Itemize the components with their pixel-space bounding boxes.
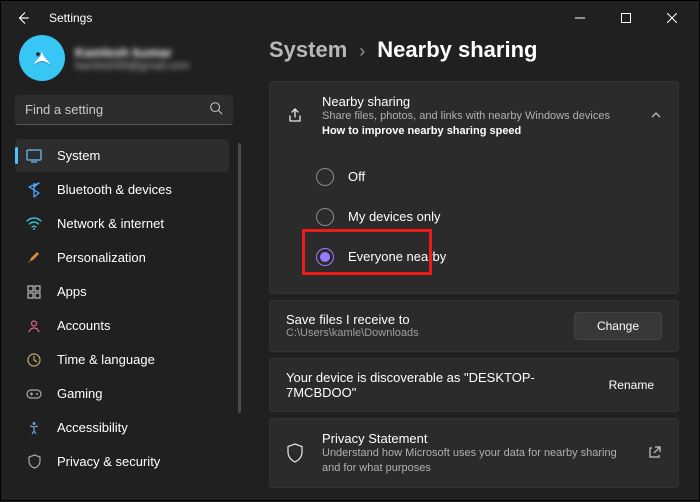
bluetooth-icon bbox=[25, 181, 43, 199]
window-title: Settings bbox=[49, 11, 92, 25]
accessibility-icon bbox=[25, 419, 43, 437]
radio-everyone-nearby[interactable]: Everyone nearby bbox=[316, 237, 668, 277]
system-icon bbox=[25, 147, 43, 165]
sidebar-item-privacy[interactable]: Privacy & security bbox=[15, 445, 229, 478]
shield-icon bbox=[25, 453, 43, 471]
sidebar-item-label: Accessibility bbox=[57, 420, 128, 435]
minimize-icon bbox=[575, 13, 585, 23]
nearby-sharing-header[interactable]: Nearby sharing Share files, photos, and … bbox=[270, 82, 678, 151]
sidebar-item-label: Bluetooth & devices bbox=[57, 182, 172, 197]
card-title: Nearby sharing bbox=[322, 94, 650, 109]
sidebar-item-time-language[interactable]: Time & language bbox=[15, 343, 229, 376]
change-button[interactable]: Change bbox=[574, 312, 662, 340]
help-link[interactable]: How to improve nearby sharing speed bbox=[322, 125, 521, 137]
arrow-left-icon bbox=[16, 11, 30, 25]
breadcrumb-parent[interactable]: System bbox=[269, 37, 347, 63]
close-icon bbox=[667, 13, 677, 23]
sidebar-item-accessibility[interactable]: Accessibility bbox=[15, 411, 229, 444]
apps-icon bbox=[25, 283, 43, 301]
chevron-up-icon bbox=[650, 109, 662, 124]
radio-label: My devices only bbox=[348, 209, 440, 224]
nearby-sharing-card: Nearby sharing Share files, photos, and … bbox=[269, 81, 679, 294]
sidebar: Kamlesh kumar kamlesh99@gmail.com System… bbox=[1, 35, 247, 502]
sidebar-item-apps[interactable]: Apps bbox=[15, 275, 229, 308]
radio-button-icon bbox=[316, 208, 334, 226]
wifi-icon bbox=[25, 215, 43, 233]
sidebar-item-label: Personalization bbox=[57, 250, 146, 265]
sidebar-item-accounts[interactable]: Accounts bbox=[15, 309, 229, 342]
sidebar-item-label: Apps bbox=[57, 284, 87, 299]
sidebar-item-label: System bbox=[57, 148, 100, 163]
sidebar-item-gaming[interactable]: Gaming bbox=[15, 377, 229, 410]
search-icon bbox=[209, 101, 223, 118]
save-path: C:\Users\kamle\Downloads bbox=[286, 327, 574, 339]
gaming-icon bbox=[25, 385, 43, 403]
accounts-icon bbox=[25, 317, 43, 335]
radio-off[interactable]: Off bbox=[316, 157, 668, 197]
rename-button[interactable]: Rename bbox=[601, 372, 662, 398]
discoverable-card: Your device is discoverable as "DESKTOP-… bbox=[269, 358, 679, 412]
shield-icon bbox=[286, 443, 308, 463]
sidebar-item-label: Privacy & security bbox=[57, 454, 160, 469]
search-input[interactable] bbox=[25, 102, 209, 117]
back-button[interactable] bbox=[11, 6, 35, 30]
profile-name: Kamlesh kumar bbox=[75, 45, 190, 60]
breadcrumb: System › Nearby sharing bbox=[269, 37, 679, 63]
avatar bbox=[19, 35, 65, 81]
sidebar-item-bluetooth[interactable]: Bluetooth & devices bbox=[15, 173, 229, 206]
radio-button-icon bbox=[316, 168, 334, 186]
chevron-right-icon: › bbox=[359, 41, 365, 62]
radio-my-devices-only[interactable]: My devices only bbox=[316, 197, 668, 237]
page-title: Nearby sharing bbox=[377, 37, 537, 63]
privacy-statement-card[interactable]: Privacy Statement Understand how Microso… bbox=[269, 418, 679, 489]
sidebar-item-system[interactable]: System bbox=[15, 139, 229, 172]
window-close-button[interactable] bbox=[649, 3, 695, 33]
clock-icon bbox=[25, 351, 43, 369]
privacy-subtitle: Understand how Microsoft uses your data … bbox=[322, 446, 638, 476]
window-minimize-button[interactable] bbox=[557, 3, 603, 33]
maximize-icon bbox=[621, 13, 631, 23]
titlebar: Settings bbox=[1, 1, 699, 35]
card-subtitle: Share files, photos, and links with near… bbox=[322, 110, 610, 122]
radio-label: Everyone nearby bbox=[348, 249, 446, 264]
sidebar-item-network[interactable]: Network & internet bbox=[15, 207, 229, 240]
share-icon bbox=[286, 106, 308, 126]
profile[interactable]: Kamlesh kumar kamlesh99@gmail.com bbox=[15, 35, 239, 81]
brush-icon bbox=[25, 249, 43, 267]
search-box[interactable] bbox=[15, 95, 233, 125]
nearby-sharing-options: Off My devices only Everyone nearby bbox=[270, 151, 678, 293]
open-external-icon bbox=[648, 445, 662, 462]
sidebar-item-label: Network & internet bbox=[57, 216, 164, 231]
sidebar-item-label: Gaming bbox=[57, 386, 103, 401]
radio-button-icon bbox=[316, 248, 334, 266]
sidebar-item-label: Accounts bbox=[57, 318, 110, 333]
sidebar-item-label: Time & language bbox=[57, 352, 155, 367]
sidebar-item-personalization[interactable]: Personalization bbox=[15, 241, 229, 274]
sidebar-nav: System Bluetooth & devices Network & int… bbox=[15, 139, 239, 478]
save-title: Save files I receive to bbox=[286, 312, 574, 327]
privacy-title: Privacy Statement bbox=[322, 431, 638, 446]
discoverable-text: Your device is discoverable as "DESKTOP-… bbox=[286, 370, 601, 400]
window-maximize-button[interactable] bbox=[603, 3, 649, 33]
content: System › Nearby sharing Nearby sharing S… bbox=[247, 35, 699, 502]
radio-label: Off bbox=[348, 169, 365, 184]
save-location-card: Save files I receive to C:\Users\kamle\D… bbox=[269, 300, 679, 352]
profile-email: kamlesh99@gmail.com bbox=[75, 60, 190, 72]
